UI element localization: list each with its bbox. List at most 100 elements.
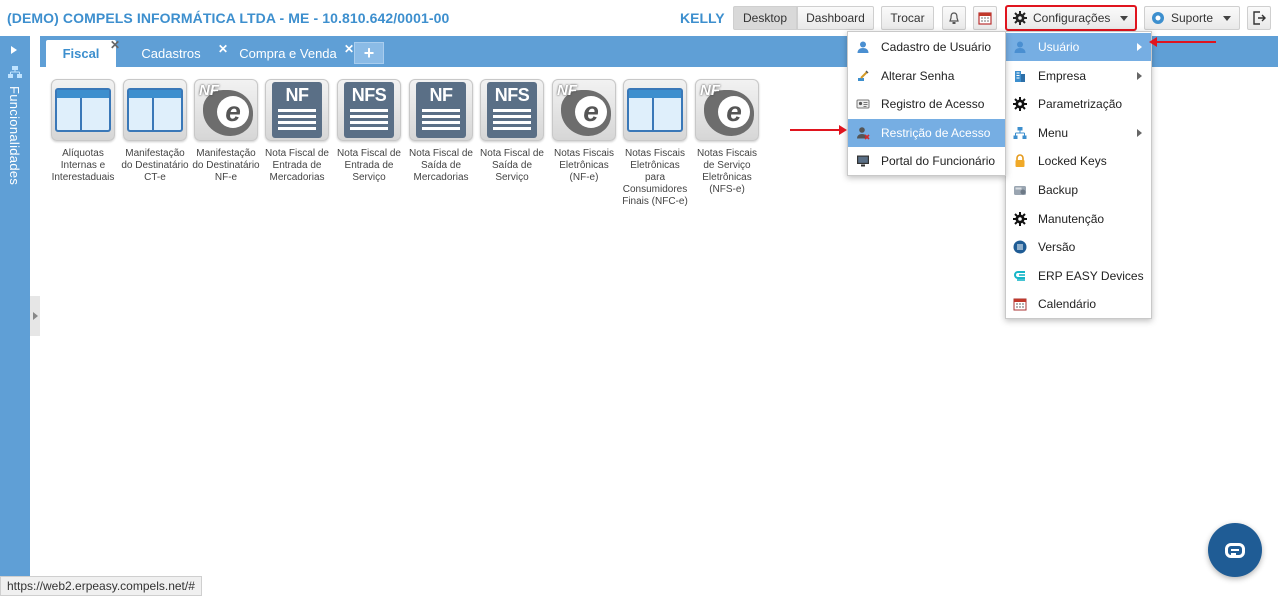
- status-url: https://web2.erpeasy.compels.net/#: [0, 576, 202, 596]
- calendar-icon: [978, 12, 992, 25]
- app-tile[interactable]: NF: [409, 79, 473, 141]
- user-name[interactable]: KELLY: [680, 10, 725, 26]
- menu-item-label: Calendário: [1038, 297, 1097, 312]
- menu-item-cadastro-de-usuario[interactable]: Cadastro de Usuário: [848, 33, 1005, 61]
- app-launcher[interactable]: NFS Nota Fiscal de Entrada de Serviço: [334, 79, 404, 184]
- expand-arrow-icon[interactable]: [11, 46, 17, 54]
- monitor-icon: [856, 154, 870, 168]
- menu-item-label: Restrição de Acesso: [881, 125, 991, 140]
- menu-item-manutencao[interactable]: Manutenção: [1006, 205, 1151, 233]
- dashboard-button[interactable]: Dashboard: [797, 6, 874, 30]
- menu-item-restricao-de-acesso[interactable]: Restrição de Acesso: [848, 118, 1005, 147]
- app-tile[interactable]: [51, 79, 115, 141]
- logout-button[interactable]: [1247, 6, 1271, 30]
- nfs-doc-icon: NFS: [487, 82, 537, 138]
- app-tile[interactable]: NF e: [695, 79, 759, 141]
- app-tile[interactable]: [623, 79, 687, 141]
- calendar-icon: [1013, 297, 1027, 311]
- tab-compra-e-venda[interactable]: Compra e Venda ✕: [228, 40, 354, 67]
- menu-item-label: Empresa: [1038, 68, 1087, 83]
- chevron-down-icon: [1120, 15, 1129, 21]
- app-launcher[interactable]: NF Nota Fiscal de Saída de Mercadorias: [406, 79, 476, 184]
- devices-icon: [1013, 269, 1027, 283]
- desktop-button[interactable]: Desktop: [733, 6, 797, 30]
- notifications-button[interactable]: [942, 6, 966, 30]
- menu-item-locked-keys[interactable]: Locked Keys: [1006, 147, 1151, 175]
- id-card-icon: [856, 97, 870, 111]
- menu-item-erp-easy-devices[interactable]: ERP EASY Devices: [1006, 262, 1151, 290]
- app-label: Nota Fiscal de Entrada de Serviço: [337, 148, 401, 183]
- user-icon: [1013, 40, 1027, 54]
- chat-button[interactable]: [1208, 523, 1262, 577]
- chevron-down-icon: [1223, 15, 1232, 21]
- menu-item-parametrizacao[interactable]: Parametrização: [1006, 90, 1151, 118]
- close-icon[interactable]: ✕: [110, 38, 120, 52]
- menu-item-label: Versão: [1038, 240, 1076, 255]
- app-label: Nota Fiscal de Entrada de Mercadorias: [265, 148, 329, 183]
- backup-icon: [1013, 183, 1027, 197]
- close-icon[interactable]: ✕: [344, 42, 354, 56]
- menu-item-menu[interactable]: Menu: [1006, 119, 1151, 147]
- menu-item-empresa[interactable]: Empresa: [1006, 62, 1151, 90]
- menu-item-label: Backup: [1038, 183, 1079, 197]
- chevron-right-icon: [1137, 43, 1142, 51]
- sidebar-toggle-handle[interactable]: [30, 296, 40, 336]
- nfe-icon: NF e: [197, 82, 255, 138]
- app-tile[interactable]: NFS: [337, 79, 401, 141]
- suporte-button[interactable]: Suporte: [1144, 6, 1240, 30]
- nf-doc-icon: NF: [272, 82, 322, 138]
- suporte-label: Suporte: [1171, 11, 1214, 25]
- app-tile[interactable]: [123, 79, 187, 141]
- plus-icon: +: [363, 42, 375, 63]
- functionalities-sidebar[interactable]: Funcionalidades: [0, 36, 30, 596]
- app-label: Alíquotas Internas e Interestaduais: [51, 148, 115, 183]
- configuracoes-button[interactable]: Configurações: [1005, 5, 1137, 31]
- app-launcher[interactable]: NFS Nota Fiscal de Saída de Serviço: [477, 79, 547, 184]
- menu-item-usuario[interactable]: Usuário: [1006, 33, 1151, 61]
- app-launcher[interactable]: Notas Fiscais Eletrônicas para Consumido…: [620, 79, 690, 208]
- chat-icon: [1225, 542, 1245, 558]
- trocar-button[interactable]: Trocar: [881, 6, 934, 30]
- gear-icon: [1013, 211, 1027, 226]
- menu-item-alterar-senha[interactable]: Alterar Senha: [848, 62, 1005, 90]
- tab-cadastros[interactable]: Cadastros ✕: [126, 40, 228, 67]
- annotation-arrow: [1149, 37, 1216, 47]
- menu-item-label: Manutenção: [1038, 211, 1105, 226]
- nfs-doc-icon: NFS: [344, 82, 394, 138]
- sidebar-label[interactable]: Funcionalidades: [7, 86, 22, 185]
- app-launcher[interactable]: Manifestação do Destinatário CT-e: [120, 79, 190, 184]
- chevron-right-icon: [33, 312, 38, 320]
- app-tile[interactable]: NFS: [480, 79, 544, 141]
- app-tile[interactable]: NF e: [194, 79, 258, 141]
- menu-item-portal-do-funcionario[interactable]: Portal do Funcionário: [848, 147, 1005, 175]
- user-icon: [856, 40, 870, 54]
- app-launcher[interactable]: NF e Notas Fiscais de Serviço Eletrônicas …: [692, 79, 762, 196]
- app-launcher[interactable]: Alíquotas Internas e Interestaduais: [48, 79, 118, 184]
- close-icon[interactable]: ✕: [218, 42, 228, 56]
- app-tile[interactable]: NF e: [552, 79, 616, 141]
- logout-icon: [1253, 11, 1266, 25]
- menu-item-calendario[interactable]: Calendário: [1006, 290, 1151, 318]
- menu-item-label: Alterar Senha: [881, 68, 955, 83]
- annotation-arrow: [790, 125, 847, 135]
- bell-icon: [949, 11, 959, 24]
- app-label: Nota Fiscal de Saída de Serviço: [480, 148, 544, 183]
- add-tab-button[interactable]: +: [354, 42, 384, 64]
- app-launcher[interactable]: NF e Manifestação do Destinatário NF-e: [191, 79, 261, 184]
- gear-icon: [1013, 11, 1027, 25]
- menu-item-label: Usuário: [1038, 40, 1080, 54]
- app-launcher[interactable]: NF e Notas Fiscais Eletrônicas (NF-e): [549, 79, 619, 184]
- menu-item-versao[interactable]: Versão: [1006, 233, 1151, 261]
- tab-label: Cadastros: [141, 46, 201, 61]
- menu-item-registro-de-acesso[interactable]: Registro de Acesso: [848, 90, 1005, 118]
- menu-item-backup[interactable]: Backup: [1006, 176, 1151, 204]
- calendar-button[interactable]: [973, 6, 997, 30]
- app-label: Manifestação do Destinatário NF-e: [192, 148, 260, 183]
- tab-fiscal[interactable]: Fiscal ✕: [46, 38, 120, 67]
- app-tile[interactable]: NF: [265, 79, 329, 141]
- app-label: Notas Fiscais Eletrônicas (NF-e): [553, 148, 614, 183]
- lock-icon: [1013, 154, 1027, 168]
- app-launcher[interactable]: NF Nota Fiscal de Entrada de Mercadorias: [262, 79, 332, 184]
- tab-label: Compra e Venda: [239, 46, 337, 61]
- top-bar: (DEMO) COMPELS INFORMÁTICA LTDA - ME - 1…: [0, 0, 1278, 35]
